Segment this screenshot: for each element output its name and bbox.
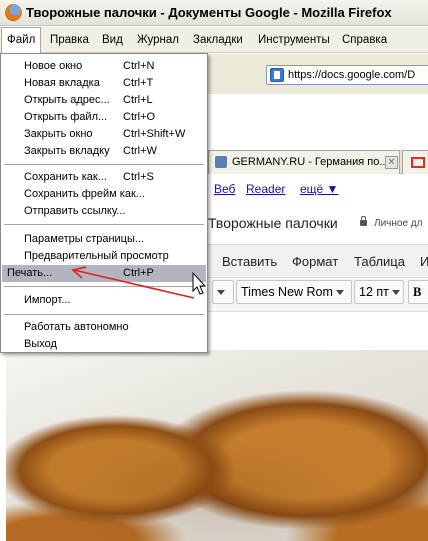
menu-item-label: Работать автономно xyxy=(24,321,129,333)
menu-history[interactable]: Журнал xyxy=(132,27,184,53)
tab-close-icon[interactable]: ✕ xyxy=(385,156,398,169)
menu-item-save-as[interactable]: Сохранить как... Ctrl+S xyxy=(2,169,206,186)
address-bar[interactable]: https://docs.google.com/D xyxy=(266,65,428,85)
address-url[interactable]: https://docs.google.com/D xyxy=(288,69,415,81)
menu-separator xyxy=(4,314,204,315)
doc-menu-insert[interactable]: Вставить xyxy=(222,254,277,269)
tab-label: GERMANY.RU - Германия по... xyxy=(232,156,389,168)
menu-file[interactable]: Файл xyxy=(1,27,42,54)
menu-item-send-link[interactable]: Отправить ссылку... xyxy=(2,203,206,220)
menu-item-label: Параметры страницы... xyxy=(24,233,145,245)
annotation-arrow-icon xyxy=(71,266,195,299)
photo-overlay xyxy=(6,350,428,541)
menu-item-label: Закрыть окно xyxy=(24,128,93,140)
menu-item-shortcut: Ctrl+S xyxy=(123,171,154,183)
menu-item-exit[interactable]: Выход xyxy=(2,336,206,353)
menu-item-open-file[interactable]: Открыть файл... Ctrl+O xyxy=(2,109,206,126)
site-favicon-icon xyxy=(270,68,284,82)
doc-menubar: Вставить Формат Таблица И xyxy=(208,244,428,278)
menu-item-print-preview[interactable]: Предварительный просмотр xyxy=(2,248,206,265)
doc-menu-format[interactable]: Формат xyxy=(292,254,338,269)
menu-item-shortcut: Ctrl+T xyxy=(123,77,154,89)
menu-bookmarks[interactable]: Закладки xyxy=(188,27,248,53)
menu-item-label: Предварительный просмотр xyxy=(24,250,169,262)
menu-help[interactable]: Справка xyxy=(337,27,392,53)
font-size-value: 12 пт xyxy=(359,285,389,299)
tab-germany[interactable]: GERMANY.RU - Германия по... ✕ xyxy=(208,150,400,174)
window-titlebar: Творожные палочки - Документы Google - M… xyxy=(0,0,428,26)
font-family-select[interactable]: Times New Rom xyxy=(236,280,352,304)
doc-sharing-status[interactable]: Личное дл xyxy=(374,218,422,229)
menu-item-label: Новое окно xyxy=(24,60,83,72)
chevron-down-icon xyxy=(336,290,345,296)
doc-menu-more[interactable]: И xyxy=(420,254,428,269)
menu-separator xyxy=(4,164,204,165)
tab-gmail[interactable] xyxy=(402,150,428,174)
menu-item-shortcut: Ctrl+O xyxy=(123,111,156,123)
mouse-cursor-icon xyxy=(192,271,207,295)
menu-item-label: Отправить ссылку... xyxy=(24,205,126,217)
font-size-select[interactable]: 12 пт xyxy=(354,280,404,304)
firefox-icon xyxy=(5,4,22,21)
tab-favicon-icon xyxy=(215,156,227,168)
bold-button[interactable]: B xyxy=(408,280,428,304)
link-web[interactable]: Веб xyxy=(214,182,235,196)
doc-menu-table[interactable]: Таблица xyxy=(354,254,405,269)
google-bar: Веб Reader ещё ▼ xyxy=(208,175,428,203)
link-more[interactable]: ещё ▼ xyxy=(300,182,338,196)
menu-tools[interactable]: Инструменты xyxy=(253,27,335,53)
menu-item-shortcut: Ctrl+L xyxy=(123,94,153,106)
menu-item-open-location[interactable]: Открыть адрес... Ctrl+L xyxy=(2,92,206,109)
menu-item-label: Открыть файл... xyxy=(24,111,108,123)
menu-item-shortcut: Ctrl+Shift+W xyxy=(123,128,186,140)
window-title: Творожные палочки - Документы Google - M… xyxy=(26,5,392,20)
menu-edit[interactable]: Правка xyxy=(45,27,94,53)
doc-title[interactable]: Творожные палочки xyxy=(208,215,338,231)
menu-item-label: Сохранить как... xyxy=(24,171,107,183)
menu-item-new-window[interactable]: Новое окно Ctrl+N xyxy=(2,58,206,75)
menu-view[interactable]: Вид xyxy=(97,27,128,53)
menu-separator xyxy=(4,224,204,225)
doc-header: Творожные палочки Личное дл xyxy=(208,205,428,241)
gmail-icon xyxy=(411,157,425,168)
menu-item-save-frame[interactable]: Сохранить фрейм как... xyxy=(2,186,206,203)
menu-item-shortcut: Ctrl+N xyxy=(123,60,155,72)
file-menu-dropdown: Новое окно Ctrl+N Новая вкладка Ctrl+T О… xyxy=(0,53,208,353)
menu-item-close-window[interactable]: Закрыть окно Ctrl+Shift+W xyxy=(2,126,206,143)
chevron-down-icon xyxy=(217,290,225,296)
menu-item-label: Выход xyxy=(24,338,57,350)
menu-item-work-offline[interactable]: Работать автономно xyxy=(2,319,206,336)
menu-item-shortcut: Ctrl+W xyxy=(123,145,157,157)
link-reader[interactable]: Reader xyxy=(246,182,285,196)
menu-item-close-tab[interactable]: Закрыть вкладку Ctrl+W xyxy=(2,143,206,160)
chevron-down-icon xyxy=(392,290,401,296)
font-family-value: Times New Rom xyxy=(241,285,333,299)
style-dropdown[interactable] xyxy=(212,280,234,304)
lock-icon xyxy=(360,216,367,226)
menu-item-label: Закрыть вкладку xyxy=(24,145,110,157)
menu-item-page-setup[interactable]: Параметры страницы... xyxy=(2,231,206,248)
menu-item-label: Открыть адрес... xyxy=(24,94,110,106)
menu-item-label: Печать... xyxy=(7,267,53,279)
menu-item-new-tab[interactable]: Новая вкладка Ctrl+T xyxy=(2,75,206,92)
menu-item-label: Сохранить фрейм как... xyxy=(24,188,145,200)
doc-toolbar: Times New Rom 12 пт B xyxy=(208,278,428,312)
menubar: Файл Правка Вид Журнал Закладки Инструме… xyxy=(0,27,428,54)
menu-item-label: Новая вкладка xyxy=(24,77,100,89)
